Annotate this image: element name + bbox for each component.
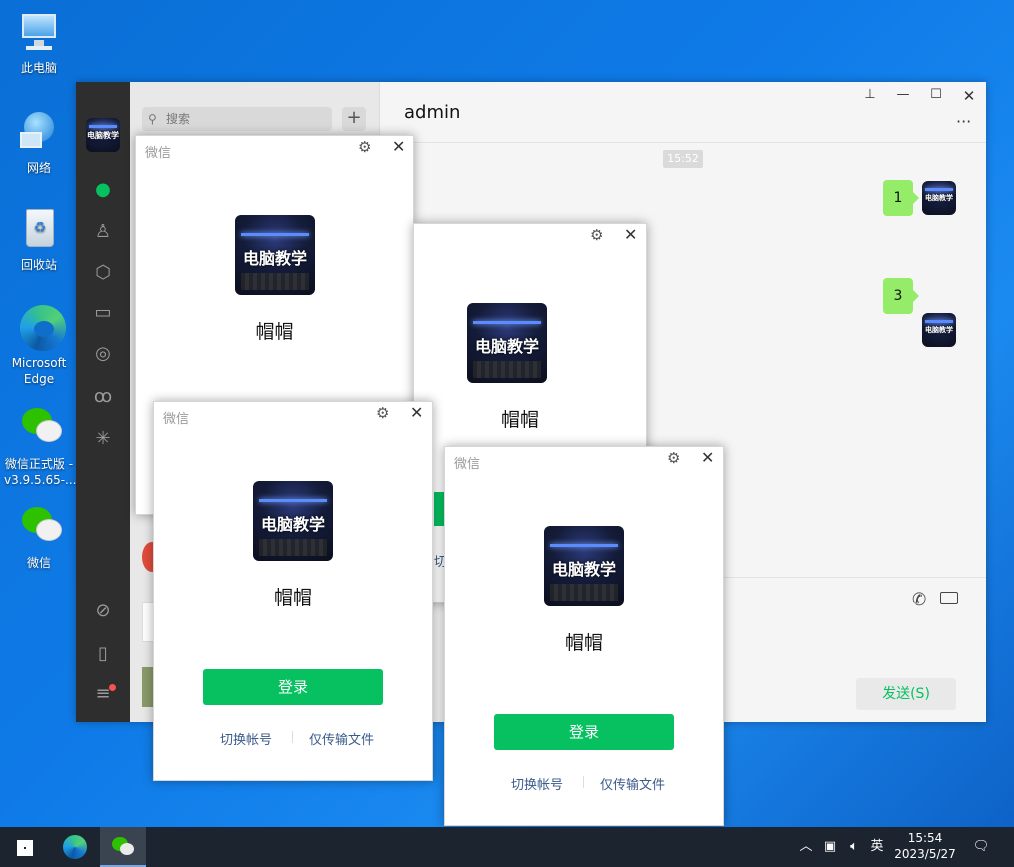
desktop-icon-label: 微信 xyxy=(26,556,51,570)
desktop-icon-edge[interactable]: Microsoft Edge xyxy=(4,305,74,387)
taskbar-edge[interactable] xyxy=(52,827,98,867)
account-name: 帽帽 xyxy=(564,632,603,654)
switch-account-link[interactable]: 切换帐号 xyxy=(220,729,272,748)
clock[interactable]: 15:54 2023/5/27 xyxy=(893,827,957,867)
voice-call-icon[interactable]: ✆ xyxy=(912,590,926,610)
login-dialog: 微信 ⚙ ✕ 电脑教学 帽帽 登录 切换帐号 仅传输文件 xyxy=(153,401,433,781)
send-button[interactable]: 发送(S) xyxy=(856,678,956,710)
message-avatar[interactable]: 电脑教学 xyxy=(922,181,956,215)
video-call-icon[interactable] xyxy=(940,592,958,604)
recycle-bin-icon: ♻ xyxy=(16,207,62,253)
search-input[interactable]: ⚲ 搜索 xyxy=(142,107,332,131)
network-status-icon[interactable]: ▣ xyxy=(820,827,840,867)
edge-icon xyxy=(16,305,66,351)
clock-time: 15:54 xyxy=(907,831,943,845)
network-icon xyxy=(16,110,62,156)
wechat-sidebar: 电脑教学 ● ♙ ⬡ ▭ ◎ ꝏ ✳ ⊘ ▯ ≡ xyxy=(76,82,130,722)
search-icon: ⚲ xyxy=(148,112,157,126)
favorites-icon[interactable]: ⬡ xyxy=(91,261,115,285)
close-button[interactable]: ✕ xyxy=(410,403,423,422)
tray-chevron-icon[interactable]: ︿ xyxy=(796,827,816,867)
close-button[interactable]: ✕ xyxy=(959,87,979,105)
account-name: 帽帽 xyxy=(273,587,312,609)
close-button[interactable]: ✕ xyxy=(624,225,637,244)
close-button[interactable]: ✕ xyxy=(701,448,714,467)
login-button[interactable]: 登录 xyxy=(203,669,383,705)
desktop-icon-wechat[interactable]: 微信 xyxy=(4,505,74,571)
message-bubble[interactable]: 1 xyxy=(883,180,919,216)
account-avatar: 电脑教学 xyxy=(467,303,547,383)
add-button[interactable]: + xyxy=(342,107,366,131)
desktop-icon-label: 此电脑 xyxy=(20,61,57,75)
dialog-title: 微信 xyxy=(163,412,190,427)
desktop-icon-label: 回收站 xyxy=(20,258,57,272)
contacts-icon[interactable]: ♙ xyxy=(91,220,115,244)
account-avatar: 电脑教学 xyxy=(235,215,315,295)
login-button[interactable]: 登录 xyxy=(494,714,674,750)
desktop-icon-recycle-bin[interactable]: ♻ 回收站 xyxy=(4,207,74,273)
clock-date: 2023/5/27 xyxy=(894,847,956,861)
chat-icon[interactable]: ● xyxy=(91,178,115,202)
notification-icon[interactable]: 🗨︎ xyxy=(968,827,994,867)
settings-icon[interactable]: ⚙ xyxy=(667,449,680,467)
user-avatar[interactable]: 电脑教学 xyxy=(86,118,120,152)
settings-icon[interactable]: ⚙ xyxy=(590,226,603,244)
wechat-icon xyxy=(16,406,62,452)
link-divider xyxy=(292,731,293,743)
settings-icon[interactable]: ⚙ xyxy=(358,138,371,156)
discover-icon[interactable]: ✳ xyxy=(91,427,115,451)
desktop-icon-wechat-installer[interactable]: 微信正式版 -v3.9.5.65-... xyxy=(4,406,77,488)
volume-icon[interactable]: 🔈︎ xyxy=(844,827,864,867)
edge-icon xyxy=(63,835,87,859)
maximize-button[interactable]: ☐ xyxy=(926,87,946,102)
login-dialog: 微信 ⚙ ✕ 电脑教学 帽帽 登录 切换帐号 仅传输文件 xyxy=(444,446,724,826)
file-transfer-link[interactable]: 仅传输文件 xyxy=(309,729,374,748)
message-timestamp: 15:52 xyxy=(663,150,703,168)
chat-title: admin xyxy=(404,102,461,123)
pin-icon[interactable]: ⊥ xyxy=(860,87,880,102)
message-avatar[interactable]: 电脑教学 xyxy=(922,313,956,347)
header-divider xyxy=(380,142,986,143)
mini-program-icon[interactable]: ⊘ xyxy=(91,599,115,623)
account-avatar: 电脑教学 xyxy=(253,481,333,561)
start-button[interactable] xyxy=(2,827,48,867)
desktop-icon-network[interactable]: 网络 xyxy=(4,110,74,176)
account-name: 帽帽 xyxy=(255,321,294,343)
ime-indicator[interactable]: 英 xyxy=(866,827,888,867)
account-avatar: 电脑教学 xyxy=(544,526,624,606)
desktop-icon-label: 网络 xyxy=(26,161,51,175)
wechat-icon xyxy=(16,505,62,551)
link-divider xyxy=(583,776,584,788)
taskbar-wechat[interactable] xyxy=(100,827,146,867)
desktop-icon-label: 微信正式版 -v3.9.5.65-... xyxy=(4,457,77,487)
windows-icon xyxy=(17,840,33,856)
close-button[interactable]: ✕ xyxy=(392,137,405,156)
message-bubble[interactable]: 3 xyxy=(883,278,919,314)
channels-icon[interactable]: ꝏ xyxy=(91,385,115,409)
dialog-title: 微信 xyxy=(454,457,481,472)
phone-icon[interactable]: ▯ xyxy=(91,642,115,666)
menu-badge xyxy=(109,684,116,691)
dialog-title: 微信 xyxy=(145,146,172,161)
desktop-icon-label: Microsoft Edge xyxy=(11,356,67,386)
moments-icon[interactable]: ◎ xyxy=(91,342,115,366)
file-transfer-link[interactable]: 仅传输文件 xyxy=(600,774,665,793)
more-options-button[interactable]: ··· xyxy=(956,112,971,131)
minimize-button[interactable]: — xyxy=(893,87,913,102)
desktop-icon-this-pc[interactable]: 此电脑 xyxy=(4,10,74,76)
files-icon[interactable]: ▭ xyxy=(91,301,115,325)
taskbar: ︿ ▣ 🔈︎ 英 15:54 2023/5/27 🗨︎ xyxy=(0,827,1014,867)
switch-account-link[interactable]: 切换帐号 xyxy=(511,774,563,793)
settings-icon[interactable]: ⚙ xyxy=(376,404,389,422)
search-placeholder: 搜索 xyxy=(166,112,191,126)
computer-icon xyxy=(16,10,62,56)
